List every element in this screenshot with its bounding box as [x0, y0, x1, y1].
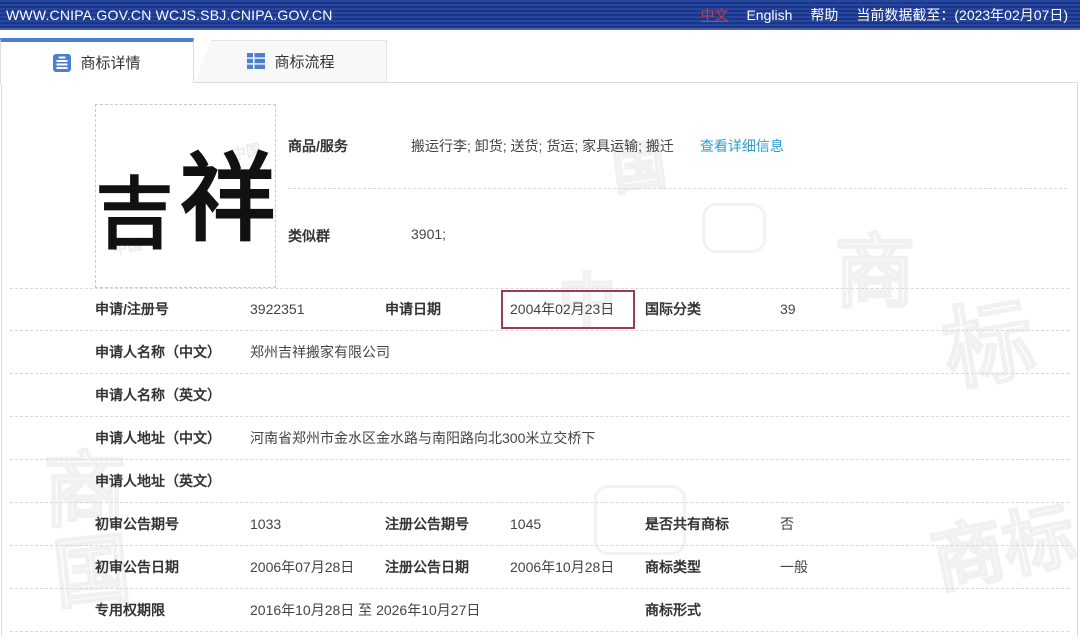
trademark-char: 祥 [180, 121, 276, 260]
field-value: 39 [780, 288, 796, 331]
field-label: 商标形式 [645, 589, 701, 632]
site-domains: WWW.CNIPA.GOV.CN WCJS.SBJ.CNIPA.GOV.CN [6, 7, 333, 23]
field-label: 申请人地址（中文） [95, 417, 221, 460]
table-row-publication-dates: 初审公告日期 2006年07月28日 注册公告日期 2006年10月28日 商标… [10, 546, 1069, 589]
list-icon [247, 52, 265, 70]
field-label: 注册公告日期 [385, 546, 469, 589]
goods-services-value: 搬运行李; 卸货; 送货; 货运; 家具运输; 搬迁 [411, 136, 674, 156]
similar-group-value: 3901; [411, 226, 446, 242]
field-label: 申请人名称（中文） [95, 331, 221, 374]
tab-label: 商标流程 [274, 51, 334, 72]
table-row-exclusive-right-period: 专用权期限 2016年10月28日 至 2026年10月27日 商标形式 [10, 589, 1069, 632]
field-value: 1045 [510, 503, 541, 546]
tab-trademark-process[interactable]: 商标流程 [195, 40, 387, 82]
field-label: 初审公告日期 [95, 546, 179, 589]
field-value-application-date: 2004年02月23日 [510, 288, 614, 331]
field-label: 申请/注册号 [95, 288, 169, 331]
field-value: 一般 [780, 546, 808, 589]
field-value: 2006年07月28日 [250, 546, 354, 589]
field-value: 河南省郑州市金水区金水路与南阳路向北300米立交桥下 [250, 417, 595, 460]
field-label: 商标类型 [645, 546, 701, 589]
table-row-application-number: 申请/注册号 3922351 申请日期 2004年02月23日 国际分类 39 [10, 288, 1069, 331]
field-value: 1033 [250, 503, 281, 546]
tab-label: 商标详情 [80, 52, 140, 73]
field-label: 申请日期 [385, 288, 441, 331]
field-value: 2016年10月28日 至 2026年10月27日 [250, 589, 480, 632]
table-row-applicant-address-cn: 申请人地址（中文） 河南省郑州市金水区金水路与南阳路向北300米立交桥下 [10, 417, 1069, 460]
row-divider [288, 188, 1067, 189]
field-label: 初审公告期号 [95, 503, 179, 546]
trademark-image[interactable]: 中国 中国 吉 祥 [95, 104, 276, 288]
view-details-link[interactable]: 查看详细信息 [700, 136, 784, 156]
field-label: 国际分类 [645, 288, 701, 331]
table-row-applicant-name-cn: 申请人名称（中文） 郑州吉祥搬家有限公司 [10, 331, 1069, 374]
tab-bar: 商标详情 商标流程 [0, 38, 1080, 83]
page: WWW.CNIPA.GOV.CN WCJS.SBJ.CNIPA.GOV.CN 中… [0, 0, 1080, 636]
data-cutoff-date: 当前数据截至：(2023年02月07日) [856, 5, 1068, 25]
top-bar: WWW.CNIPA.GOV.CN WCJS.SBJ.CNIPA.GOV.CN 中… [0, 0, 1080, 30]
goods-services-label: 商品/服务 [288, 136, 411, 156]
field-value: 3922351 [250, 288, 305, 331]
trademark-calligraphy: 吉 祥 [96, 127, 276, 266]
table-row-applicant-name-en: 申请人名称（英文） [10, 374, 1069, 417]
field-label: 是否共有商标 [645, 503, 729, 546]
field-value: 郑州吉祥搬家有限公司 [250, 331, 390, 374]
field-label: 申请人地址（英文） [95, 460, 221, 503]
goods-services-row: 商品/服务 搬运行李; 卸货; 送货; 货运; 家具运输; 搬迁 查看详细信息 [288, 136, 1067, 156]
field-label: 注册公告期号 [385, 503, 469, 546]
field-value: 2006年10月28日 [510, 546, 614, 589]
info-table: 申请/注册号 3922351 申请日期 2004年02月23日 国际分类 39 … [10, 288, 1069, 632]
top-bar-links: 中文 English 帮助 当前数据截至：(2023年02月07日) [700, 5, 1068, 25]
field-label: 专用权期限 [95, 589, 165, 632]
similar-group-row: 类似群 3901; [288, 226, 1067, 246]
document-lines-icon [53, 54, 71, 72]
field-value: 否 [780, 503, 794, 546]
tab-trademark-details[interactable]: 商标详情 [0, 38, 194, 83]
table-row-publication-numbers: 初审公告期号 1033 注册公告期号 1045 是否共有商标 否 [10, 503, 1069, 546]
similar-group-label: 类似群 [288, 226, 411, 246]
trademark-char: 吉 [96, 152, 174, 264]
trademark-detail-panel: 商 标 中 国 商 国 商标 中国 中国 吉 祥 商品/服务 搬运行李; 卸货;… [1, 82, 1078, 636]
lang-chinese-link[interactable]: 中文 [700, 5, 728, 25]
table-row-applicant-address-en: 申请人地址（英文） [10, 460, 1069, 503]
help-link[interactable]: 帮助 [810, 5, 838, 25]
lang-english-link[interactable]: English [746, 7, 792, 23]
field-label: 申请人名称（英文） [95, 374, 221, 417]
